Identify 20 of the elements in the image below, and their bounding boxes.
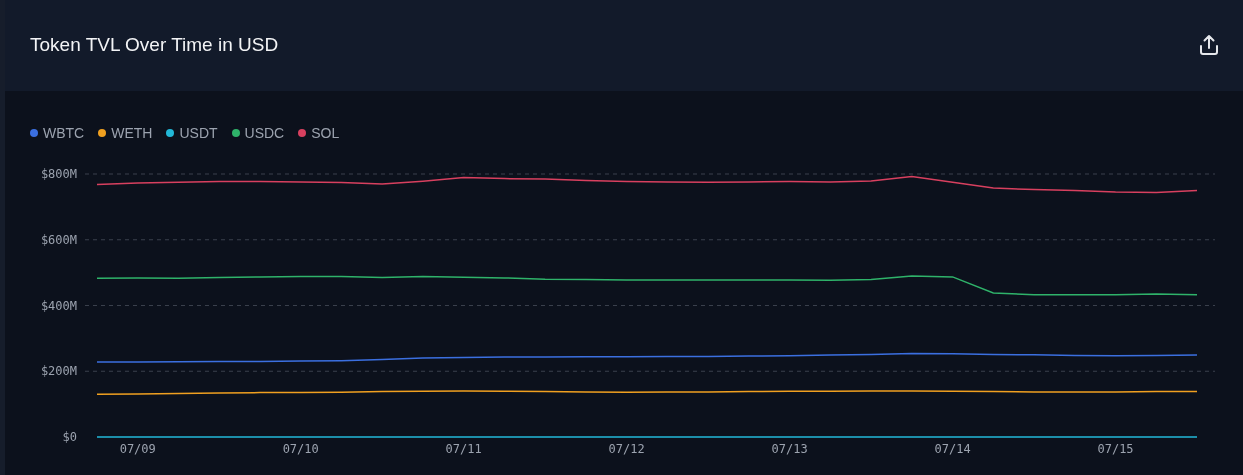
card-title: Token TVL Over Time in USD [30, 33, 279, 57]
x-axis-label: 07/11 [445, 442, 482, 456]
x-axis-label: 07/10 [282, 442, 319, 456]
legend-label[interactable]: WBTC [43, 122, 85, 144]
y-axis-label: $400M [40, 298, 77, 313]
legend-label[interactable]: USDC [244, 122, 285, 144]
x-axis-label: 07/14 [934, 442, 971, 456]
x-axis-label: 07/09 [119, 442, 156, 456]
x-axis-label: 07/13 [771, 442, 808, 456]
legend-label[interactable]: SOL [311, 122, 340, 144]
share-button[interactable] [1197, 33, 1221, 58]
x-axis-label: 07/12 [608, 442, 645, 456]
share-icon [1199, 34, 1219, 57]
legend-label[interactable]: USDT [179, 122, 218, 144]
y-axis-label: $0 [62, 430, 77, 444]
y-axis-label: $200M [40, 364, 77, 379]
y-axis-label: $800M [40, 167, 77, 181]
y-axis-label: $600M [40, 232, 77, 247]
legend-label[interactable]: WETH [111, 122, 153, 144]
x-axis-label: 07/15 [1097, 442, 1134, 456]
